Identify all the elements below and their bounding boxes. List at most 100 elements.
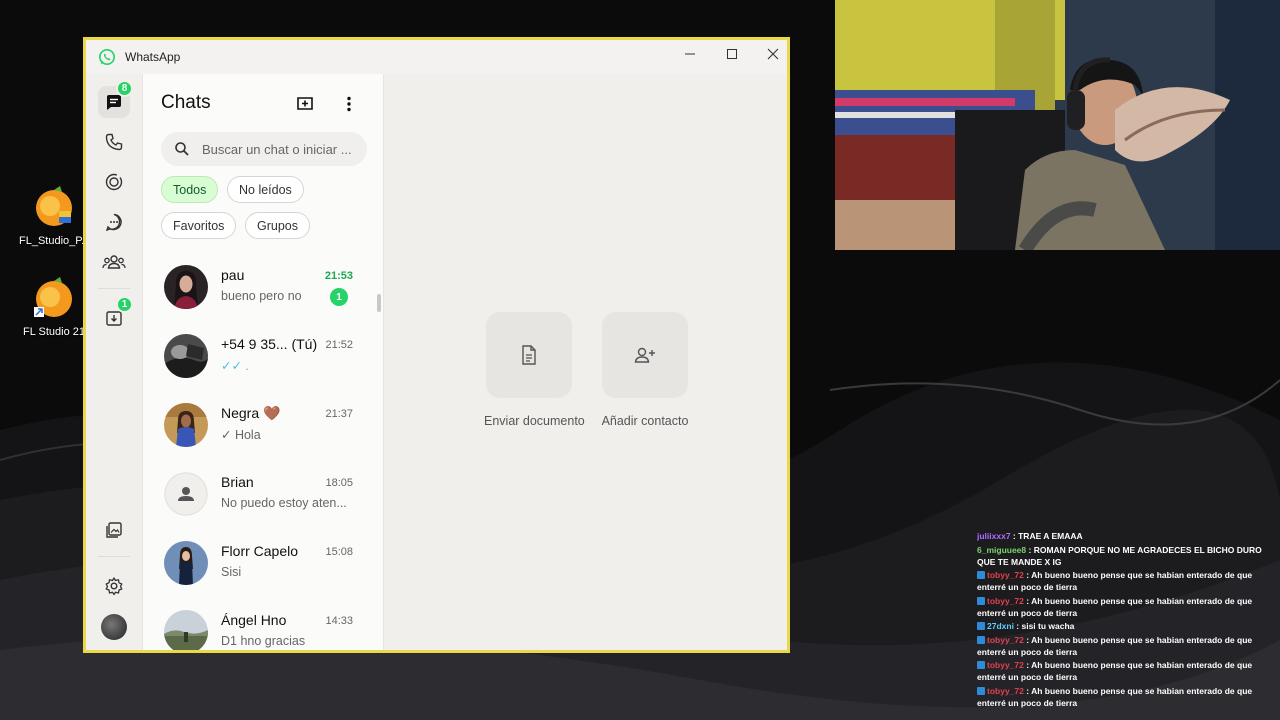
stream-chat-user: 27dxni [987,621,1014,631]
search-bar[interactable] [161,132,367,166]
chat-item-florr-capelo[interactable]: Florr Capelo 15:08 Sisi [143,529,379,597]
filter-no-leidos[interactable]: No leídos [227,176,304,203]
menu-button[interactable] [337,92,361,116]
title-bar: WhatsApp [86,40,787,74]
stream-chat-message: tobyy_72 : Ah bueno bueno pense que se h… [977,569,1269,593]
stream-chat-message: 6_miguuee8 : ROMAN PORQUE NO ME AGRADECE… [977,544,1269,568]
chat-item-pau[interactable]: pau 21:53 bueno pero no 1 [143,253,379,321]
add-contact-icon [634,347,655,363]
panel-heading: Chats [161,92,211,113]
default-avatar-icon [164,472,208,516]
stream-chat-message: tobyy_72 : Ah bueno bueno pense que se h… [977,685,1269,709]
contact-avatar [164,610,208,650]
chat-item-self[interactable]: +54 9 35... (Tú) 21:52 ✓✓ . [143,322,379,390]
stream-chat-message: tobyy_72 : Ah bueno bueno pense que se h… [977,634,1269,658]
chat-preview: ✓✓ . [221,359,249,373]
main-area: Enviar documento Añadir contacto [384,74,787,650]
rail-calls-button[interactable] [98,126,130,158]
chat-name: Ángel Hno [221,612,287,628]
rail-channels-button[interactable] [98,206,130,238]
stream-chat-user: tobyy_72 [987,595,1024,606]
chat-item-angel-hno[interactable]: Ángel Hno 14:33 D1 hno gracias [143,598,379,650]
stream-chat-user: 6_miguuee8 [977,544,1027,555]
desktop-icon-fl-studio-21[interactable]: FL Studio 21 [19,275,89,338]
unread-count-badge: 1 [330,288,348,306]
stream-chat-message: tobyy_72 : Ah bueno bueno pense que se h… [977,659,1269,683]
new-chat-icon [297,97,313,110]
archived-unread-badge: 1 [116,296,133,313]
contact-avatar [164,541,208,585]
chats-unread-badge: 8 [116,80,133,97]
search-icon [175,142,189,156]
chat-list-scrollbar[interactable] [377,294,381,312]
chat-list-panel: Chats Todos No leídos Favoritos Grupos [142,74,384,650]
add-contact-label: Añadir contacto [601,414,689,428]
stream-chat-text: : TRAE A EMAAA [1010,531,1083,541]
chat-time: 15:08 [325,546,353,558]
contact-avatar [164,334,208,378]
chat-name: Brian [221,474,254,490]
close-icon [767,48,779,60]
stream-chat-overlay: juliixxx7 : TRAE A EMAAA 6_miguuee8 : RO… [977,530,1269,720]
desktop-icon-label: FL Studio 21 [23,326,85,338]
rail-archived-button[interactable]: 1 [98,296,133,334]
prime-badge-icon [977,622,985,630]
chat-name: pau [221,267,245,283]
send-document-action[interactable]: Enviar documento [484,312,585,428]
close-button[interactable] [752,40,794,68]
filter-todos[interactable]: Todos [161,176,219,203]
send-document-label: Enviar documento [484,414,585,428]
gear-icon [105,577,123,596]
rail-settings-button[interactable] [98,570,130,602]
desktop-icon-label: FL_Studio_P... [19,235,89,247]
document-icon [522,345,536,365]
chat-preview: ✓ Hola [221,428,261,442]
stream-chat-user: tobyy_72 [987,570,1024,580]
desktop-icon-fl-studio-portable[interactable]: FL_Studio_P... [19,184,89,247]
chat-item-brian[interactable]: Brian 18:05 No puedo estoy aten... [143,460,379,528]
maximize-button[interactable] [711,40,753,68]
chat-preview: bueno pero no [221,289,302,303]
maximize-icon [727,49,737,59]
fl-studio-icon [36,186,72,226]
send-document-tile[interactable] [486,312,572,398]
chat-item-negra[interactable]: Negra 🤎 21:37 ✓ Hola [143,391,379,459]
stream-chat-user: tobyy_72 [987,660,1024,670]
window-title: WhatsApp [125,50,181,64]
rail-divider [98,288,130,289]
prime-badge-icon [977,661,985,669]
media-gallery-icon [106,522,122,538]
filter-favoritos[interactable]: Favoritos [161,212,237,239]
stream-chat-user: juliixxx7 [977,531,1011,541]
stream-chat-message: juliixxx7 : TRAE A EMAAA [977,530,1269,542]
prime-badge-icon [977,571,985,579]
contact-avatar [164,403,208,447]
chat-name: Negra 🤎 [221,405,281,421]
stream-chat-user: tobyy_72 [987,634,1024,645]
chat-preview: Sisi [221,565,242,579]
prime-badge-icon [977,596,985,605]
chat-time: 14:33 [325,615,353,627]
search-input[interactable] [202,141,362,157]
profile-avatar[interactable] [101,614,127,640]
rail-media-button[interactable] [98,514,130,546]
new-chat-button[interactable] [293,92,317,116]
rail-chats-button[interactable]: 8 [98,80,133,118]
chat-time: 18:05 [325,477,353,489]
add-contact-tile[interactable] [602,312,688,398]
rail-divider [98,556,130,557]
status-icon [105,173,123,191]
minimize-button[interactable] [669,40,711,68]
chat-time: 21:53 [324,270,353,282]
whatsapp-window: WhatsApp 8 1 Chats Buscar un chat o inic… [83,37,790,653]
filter-grupos[interactable]: Grupos [245,212,310,239]
minimize-icon [685,53,695,55]
rail-status-button[interactable] [98,166,130,198]
rail-communities-button[interactable] [98,246,130,278]
navigation-rail: 8 1 [86,74,142,650]
chat-name: Florr Capelo [221,543,299,559]
add-contact-action[interactable]: Añadir contacto [600,312,690,428]
prime-badge-icon [977,686,985,695]
stream-chat-message: 27dxni : sisi tu wacha [977,620,1269,632]
prime-badge-icon [977,635,985,644]
